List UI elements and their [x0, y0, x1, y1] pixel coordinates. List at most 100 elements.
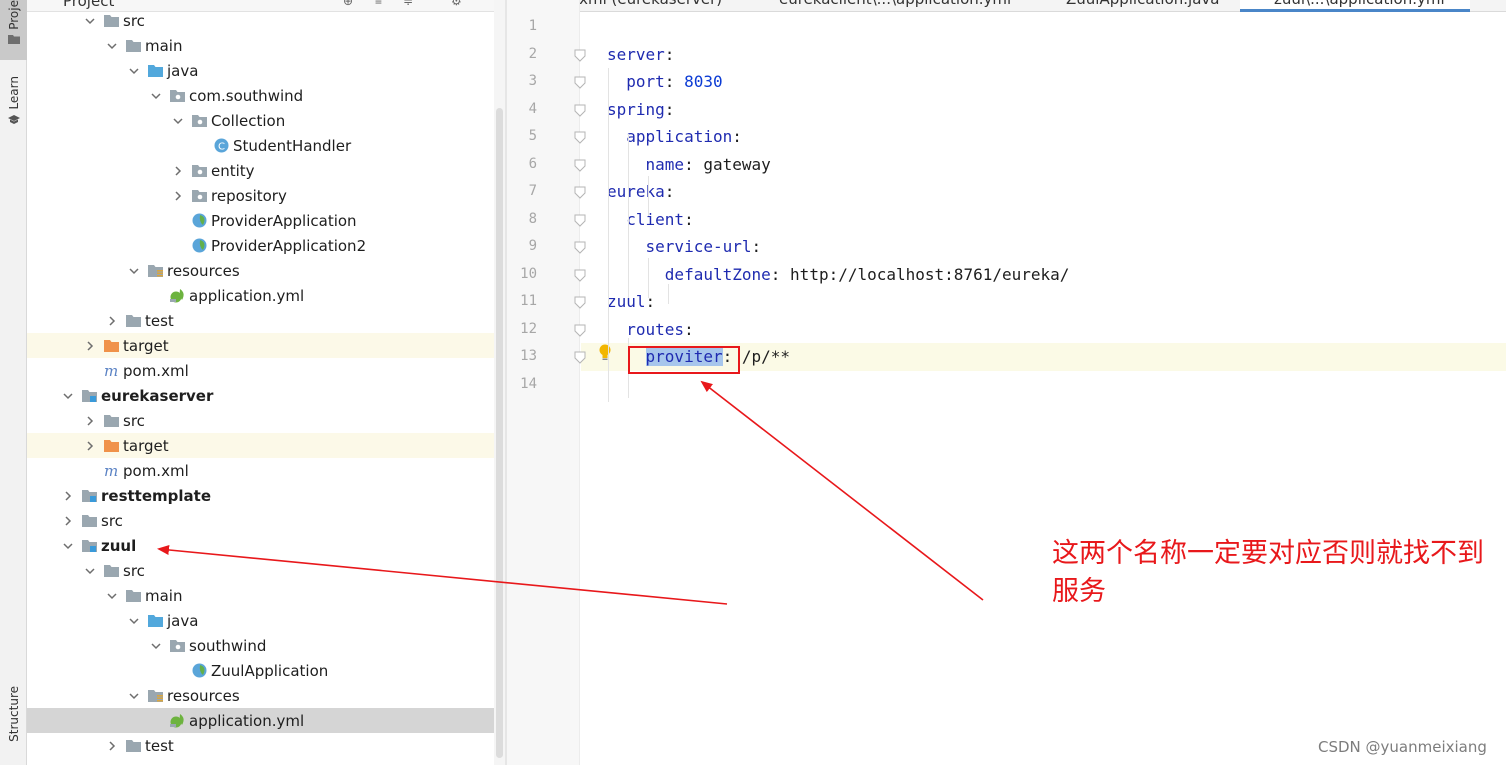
line-number: 7 — [528, 183, 537, 199]
fold-marker-icon[interactable] — [574, 213, 586, 227]
fold-marker-icon[interactable] — [574, 185, 586, 199]
tree-item[interactable]: src — [27, 558, 505, 583]
structure-tool-tab[interactable]: Structure — [0, 686, 27, 748]
tree-item[interactable]: test — [27, 733, 505, 758]
line-number: 13 — [520, 348, 537, 364]
tree-item[interactable]: src — [27, 8, 505, 33]
project-tool-tab[interactable]: Proje — [0, 0, 27, 60]
settings-icon[interactable]: ⚙ — [451, 0, 465, 8]
editor-tab[interactable]: eurekaclient\...\application.yml — [745, 0, 1025, 12]
chevron-down-icon[interactable] — [127, 689, 141, 703]
tree-item[interactable]: resttemplate — [27, 483, 505, 508]
code-line[interactable]: spring: — [607, 96, 674, 123]
fold-marker-icon[interactable] — [574, 350, 586, 364]
fold-marker-icon[interactable] — [574, 75, 586, 89]
tree-item-label: resources — [167, 261, 240, 280]
tree-item[interactable]: application.yml — [27, 283, 505, 308]
chevron-down-icon[interactable] — [149, 89, 163, 103]
tree-item[interactable]: resources — [27, 258, 505, 283]
tree-item-label: Collection — [211, 111, 286, 130]
fold-marker-icon[interactable] — [574, 240, 586, 254]
tree-item[interactable]: java — [27, 608, 505, 633]
yaml-colon: : — [751, 237, 762, 256]
chevron-down-icon[interactable] — [149, 639, 163, 653]
editor-tab[interactable]: zuul\...\application.yml — [1240, 0, 1470, 12]
tree-item[interactable]: src — [27, 508, 505, 533]
locate-icon[interactable]: ⊕ — [343, 0, 357, 8]
learn-tool-tab[interactable]: Learn — [0, 76, 27, 134]
tree-item[interactable]: test — [27, 308, 505, 333]
chevron-down-icon[interactable] — [127, 264, 141, 278]
tree-item-label: zuul — [101, 536, 137, 555]
tree-item[interactable]: target — [27, 433, 505, 458]
tree-item[interactable]: com.southwind — [27, 83, 505, 108]
chevron-right-icon[interactable] — [61, 489, 75, 503]
tree-item[interactable]: resources — [27, 683, 505, 708]
chevron-right-icon[interactable] — [105, 314, 119, 328]
tree-item[interactable]: southwind — [27, 633, 505, 658]
tree-item[interactable]: target — [27, 333, 505, 358]
chevron-right-icon[interactable] — [171, 189, 185, 203]
collapse-all-icon[interactable]: ≡ — [375, 0, 389, 8]
chevron-right-icon[interactable] — [105, 739, 119, 753]
fold-marker-icon[interactable] — [574, 130, 586, 144]
chevron-down-icon[interactable] — [83, 14, 97, 28]
code-line[interactable]: defaultZone: http://localhost:8761/eurek… — [607, 261, 1070, 288]
tree-item[interactable]: m pom.xml — [27, 458, 505, 483]
expand-all-icon[interactable]: ≑ — [403, 0, 417, 8]
folder-icon — [102, 563, 120, 579]
code-line[interactable]: name: gateway — [607, 151, 771, 178]
tree-item[interactable]: zuul — [27, 533, 505, 558]
chevron-right-icon[interactable] — [83, 339, 97, 353]
fold-marker-icon[interactable] — [574, 48, 586, 62]
chevron-down-icon[interactable] — [127, 614, 141, 628]
code-line[interactable]: eureka: — [607, 178, 674, 205]
chevron-down-icon[interactable] — [171, 114, 185, 128]
tree-item[interactable]: repository — [27, 183, 505, 208]
chevron-down-icon[interactable] — [61, 389, 75, 403]
tree-item[interactable]: application.yml — [27, 708, 505, 733]
chevron-down-icon[interactable] — [61, 539, 75, 553]
editor-tab-bar: pom.xml (eurekaserver)eurekaclient\...\a… — [507, 0, 1506, 12]
code-line[interactable]: port: 8030 — [607, 68, 722, 95]
chevron-right-icon[interactable] — [83, 414, 97, 428]
tree-item[interactable]: main — [27, 583, 505, 608]
tree-item[interactable]: src — [27, 408, 505, 433]
tree-item[interactable]: ProviderApplication2 — [27, 233, 505, 258]
tree-item[interactable]: C StudentHandler — [27, 133, 505, 158]
tree-item[interactable]: ProviderApplication — [27, 208, 505, 233]
code-line[interactable]: server: — [607, 41, 674, 68]
code-line[interactable]: routes: — [607, 316, 693, 343]
tree-scrollbar-thumb[interactable] — [496, 108, 503, 758]
chevron-down-icon[interactable] — [83, 564, 97, 578]
tree-item[interactable]: m pom.xml — [27, 358, 505, 383]
svg-text:C: C — [218, 142, 225, 153]
tree-item[interactable]: eurekaserver — [27, 383, 505, 408]
chevron-down-icon[interactable] — [105, 39, 119, 53]
structure-tool-tab-label: Structure — [6, 686, 21, 742]
chevron-right-icon[interactable] — [61, 514, 75, 528]
fold-marker-icon[interactable] — [574, 103, 586, 117]
tree-item[interactable]: java — [27, 58, 505, 83]
fold-marker-icon[interactable] — [574, 158, 586, 172]
spring-class-icon — [190, 238, 208, 254]
tree-item[interactable]: Collection — [27, 108, 505, 133]
fold-marker-icon[interactable] — [574, 323, 586, 337]
tree-item[interactable]: entity — [27, 158, 505, 183]
editor-tab[interactable]: ZuulApplication.java — [1032, 0, 1232, 12]
chevron-right-icon[interactable] — [171, 164, 185, 178]
yaml-value: gateway — [703, 154, 771, 174]
chevron-down-icon[interactable] — [127, 64, 141, 78]
code-line[interactable]: client: — [607, 206, 693, 233]
chevron-right-icon[interactable] — [83, 439, 97, 453]
lightbulb-icon[interactable] — [597, 343, 613, 363]
chevron-down-icon[interactable] — [105, 589, 119, 603]
code-line[interactable]: service-url: — [607, 233, 762, 260]
fold-marker-icon[interactable] — [574, 268, 586, 282]
fold-marker-icon[interactable] — [574, 295, 586, 309]
tree-item[interactable]: main — [27, 33, 505, 58]
tree-item[interactable]: ZuulApplication — [27, 658, 505, 683]
